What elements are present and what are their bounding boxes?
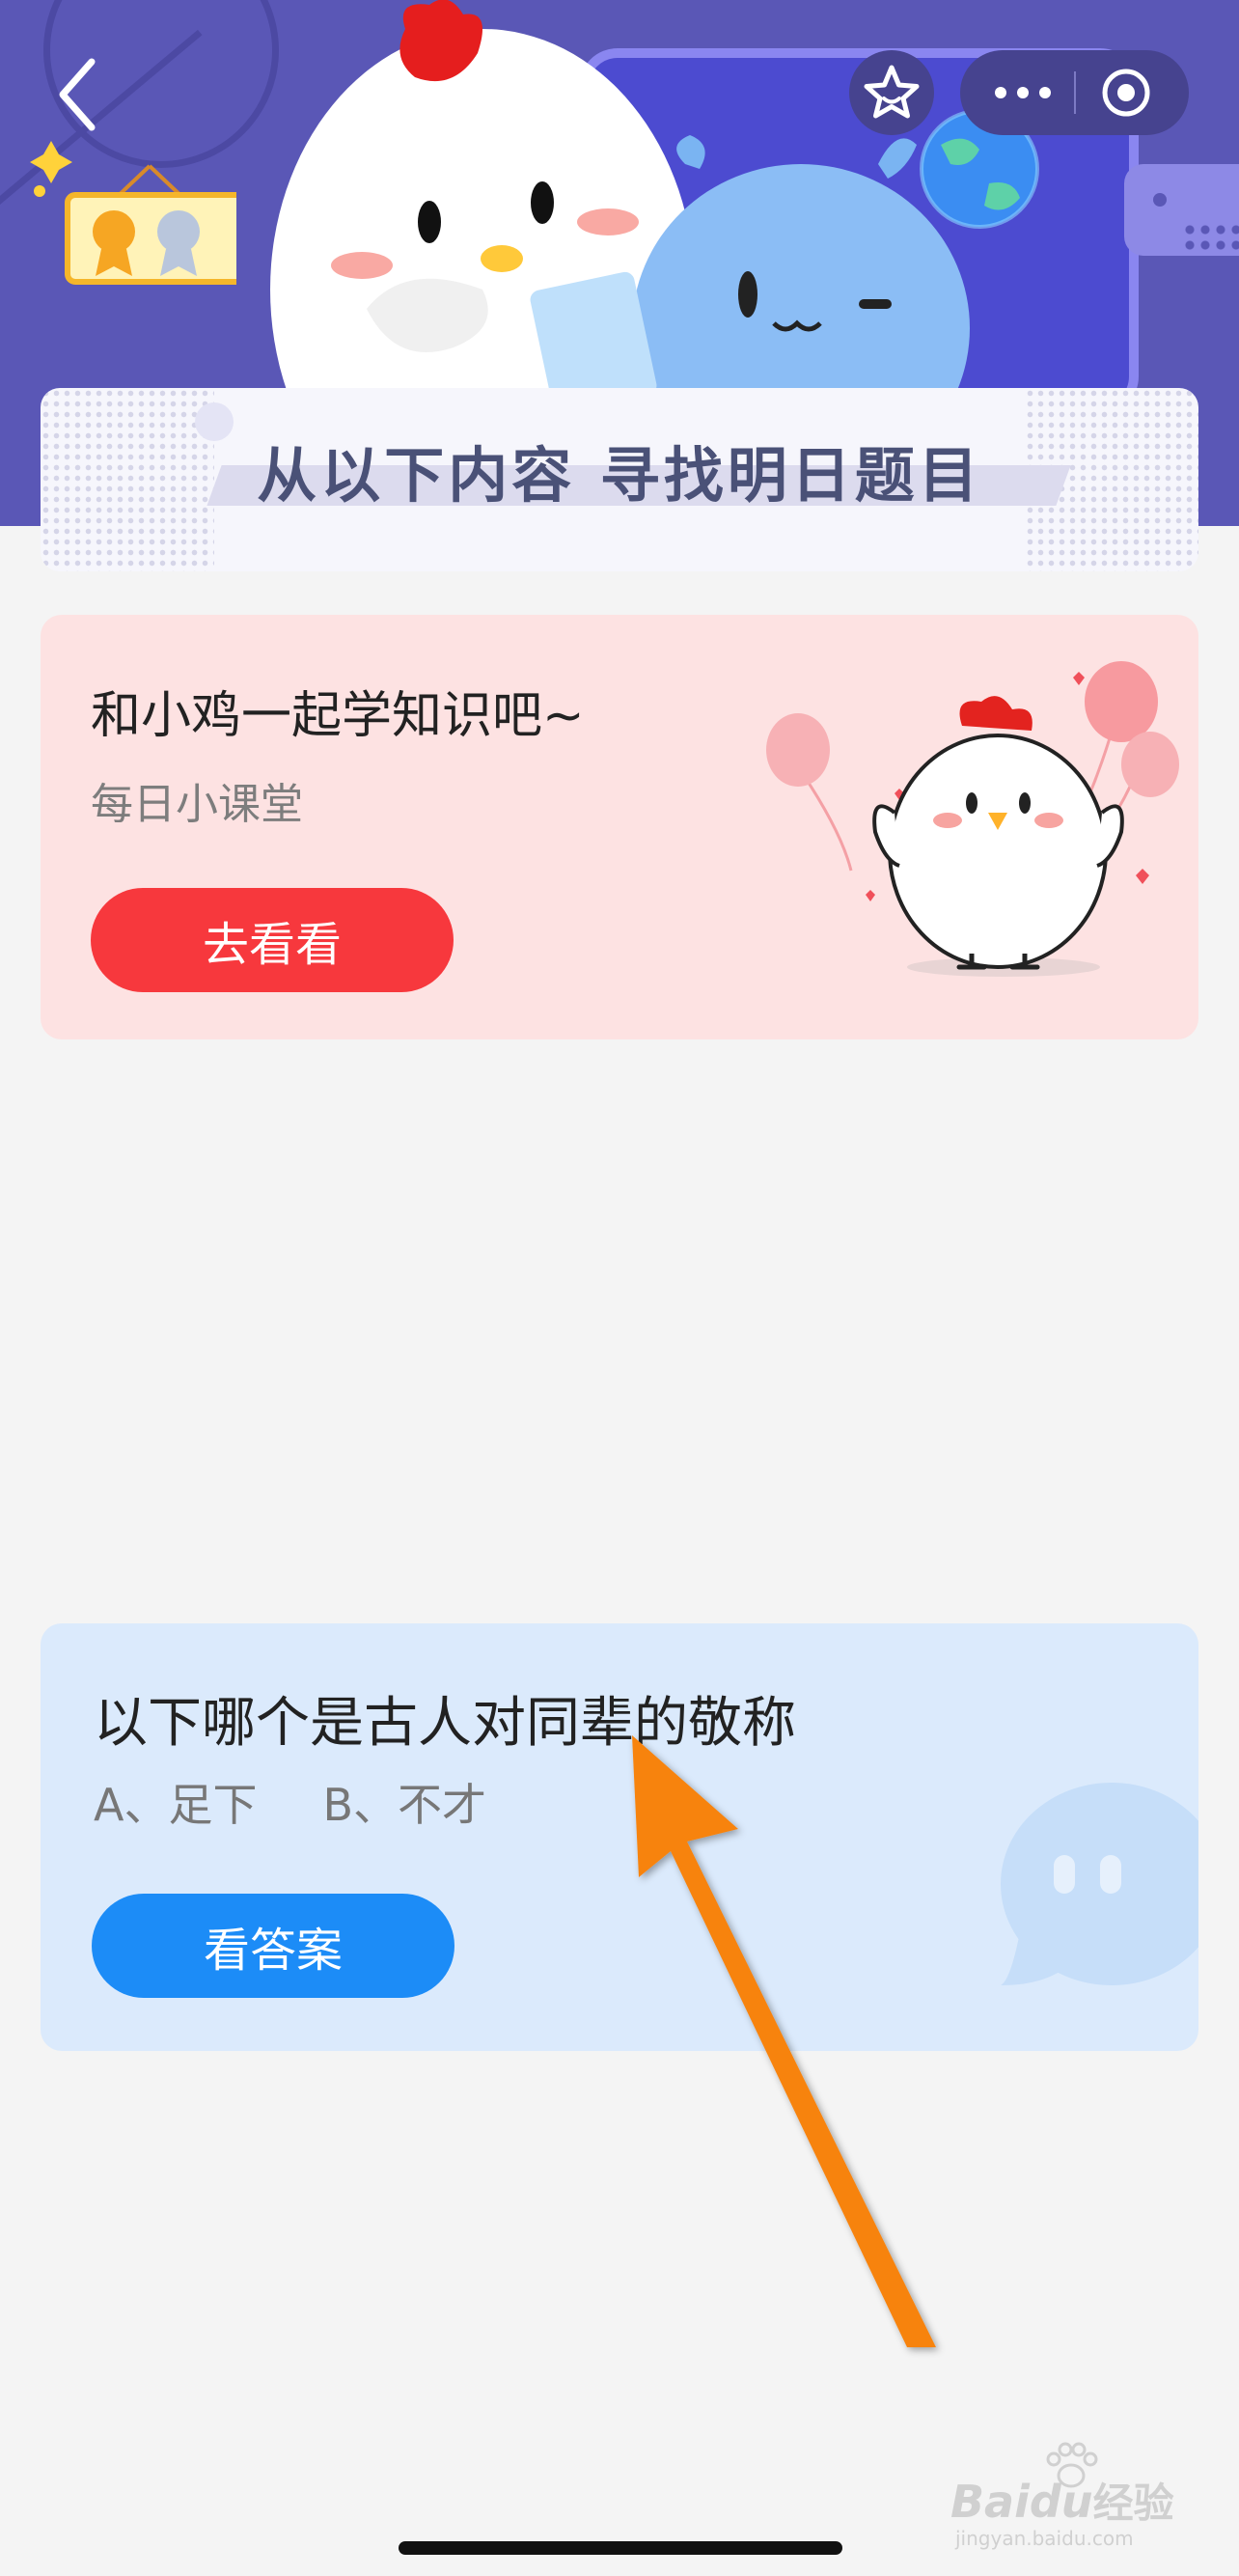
watermark-tail: 经验 <box>1092 2479 1174 2527</box>
baidu-jingyan-watermark: Baidu经验 jingyan.baidu.com <box>950 2442 1182 2550</box>
orange-arrow-annotation <box>632 1735 936 2347</box>
watermark-brand: Bai <box>950 2476 1030 2528</box>
watermark-brand-suffix: du <box>1029 2476 1093 2528</box>
home-indicator[interactable] <box>399 2541 842 2555</box>
watermark-url: jingyan.baidu.com <box>955 2527 1134 2550</box>
